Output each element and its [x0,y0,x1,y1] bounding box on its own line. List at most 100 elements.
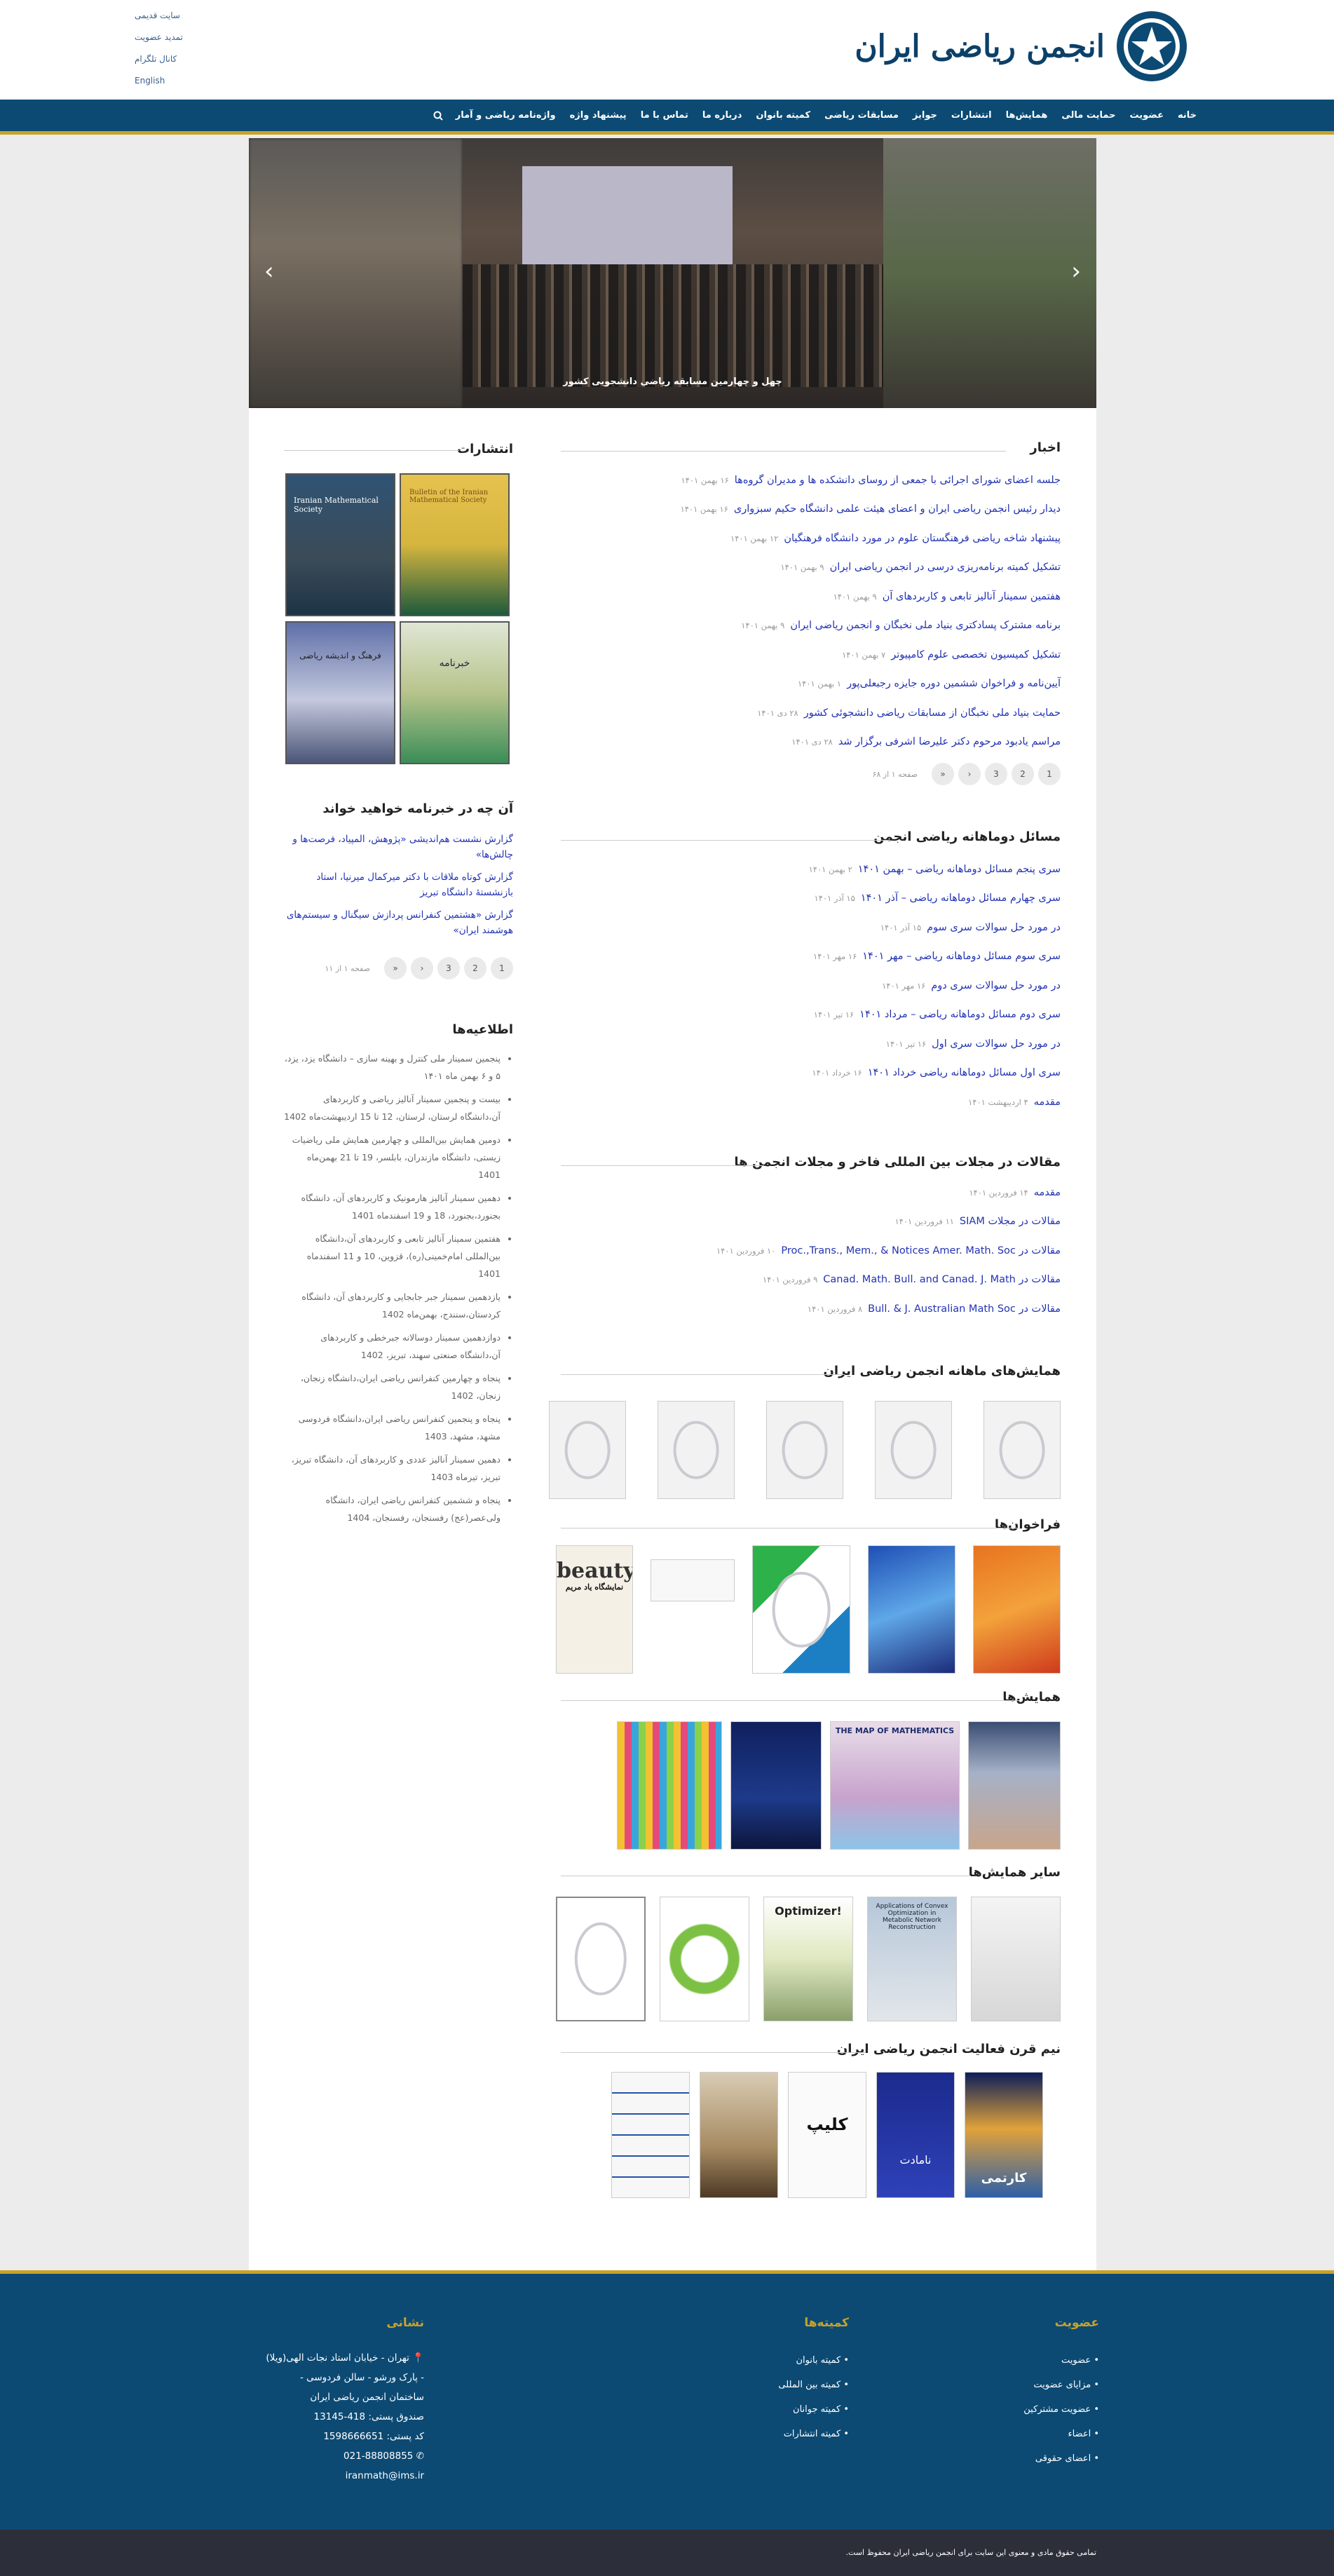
problem-item-title[interactable]: سری دوم مسائل دوماهانه ریاضی – مرداد ۱۴۰… [859,1009,1061,1020]
footer-link[interactable]: کمیته بانوان [709,2348,849,2373]
nav-conferences[interactable]: همایش‌ها [999,110,1055,121]
news-item[interactable]: تشکیل کمیسیون تخصصی علوم کامپیوتر ۷ بهمن … [549,640,1061,670]
nav-women-committee[interactable]: کمیته بانوان [749,110,817,121]
email-link[interactable]: iranmath@ims.ir [242,2466,424,2486]
news-item-title[interactable]: دیدار رئیس انجمن ریاضی ایران و اعضای هیئ… [734,503,1061,515]
problem-item[interactable]: سری دوم مسائل دوماهانه ریاضی – مرداد ۱۴۰… [549,1001,1061,1030]
problem-item-title[interactable]: مقدمه [1034,1097,1061,1108]
footer-link[interactable]: اعضای حقوقی [959,2446,1099,2471]
news-item-title[interactable]: هفتمین سمینار آنالیز تابعی و کاربردهای آ… [883,591,1061,602]
news-item[interactable]: تشکیل کمیته برنامه‌ریزی درسی در انجمن ری… [549,553,1061,583]
nav-about[interactable]: درباره ما [695,110,749,121]
page-2-button[interactable]: 2 [464,957,486,979]
nav-donation[interactable]: حمایت مالی [1054,110,1122,121]
article-item-title[interactable]: مقدمه [1034,1187,1061,1198]
page-2-button[interactable]: 2 [1012,763,1034,785]
article-item[interactable]: مقالات در مجلات SIAM ۱۱ فروردین ۱۴۰۱ [549,1207,1061,1237]
problem-item-title[interactable]: سری اول مسائل دوماهانه ریاضی خرداد ۱۴۰۱ [868,1067,1061,1078]
nav-competitions[interactable]: مسابقات ریاضی [817,110,906,121]
nav-membership[interactable]: عضویت [1123,110,1171,121]
nav-contact[interactable]: تماس با ما [634,110,695,121]
book-cover[interactable] [611,2072,690,2198]
phone-line[interactable]: ✆ 021-88808855 [242,2446,424,2466]
page-1-button[interactable]: 1 [491,957,513,979]
notice-item[interactable]: یازدهمین سمینار جبر جابجایی و کاربردهای … [284,1288,501,1323]
hero-slider[interactable]: چهل و چهارمین مسابقه ریاضی دانشجویی کشور… [249,138,1096,408]
article-item[interactable]: مقالات در Bull. & J. Australian Math Soc… [549,1294,1061,1324]
notice-item[interactable]: بیست و پنجمین سمینار آنالیز ریاضی و کارب… [284,1090,501,1125]
news-item[interactable]: هفتمین سمینار آنالیز تابعی و کاربردهای آ… [549,582,1061,611]
other-conference-poster[interactable] [556,1897,646,2021]
call-poster[interactable] [651,1559,735,1601]
conference-poster[interactable] [730,1721,822,1850]
monthly-talk-poster[interactable] [984,1401,1061,1499]
notice-item[interactable]: دهمین سمینار آنالیز هارمونیک و کاربردهای… [284,1189,501,1224]
nav-suggest-word[interactable]: پیشنهاد واژه [563,110,634,121]
article-item[interactable]: مقدمه ۱۴ فروردین ۱۴۰۱ [549,1178,1061,1207]
problem-item-title[interactable]: در مورد حل سوالات سری دوم [931,980,1061,991]
problem-item[interactable]: در مورد حل سوالات سری دوم ۱۶ مهر ۱۴۰۱ [549,971,1061,1001]
nav-home[interactable]: خانه [1171,110,1204,121]
notice-item[interactable]: دومین همایش بین‌المللی و چهارمین همایش م… [284,1131,501,1184]
last-page-button[interactable]: » [932,763,954,785]
nav-search-button[interactable] [428,100,449,131]
nav-publications[interactable]: انتشارات [944,110,999,121]
monthly-talk-poster[interactable] [766,1401,843,1499]
news-item[interactable]: حمایت بنیاد ملی نخبگان از مسابقات ریاضی … [549,698,1061,728]
problem-item[interactable]: مقدمه ۴ اردیبهشت ۱۴۰۱ [549,1087,1061,1117]
other-conference-poster-optimizer[interactable]: Optimizer! [763,1897,853,2021]
problem-item[interactable]: در مورد حل سوالات سری اول ۱۶ تیر ۱۴۰۱ [549,1029,1061,1059]
last-page-button[interactable]: » [384,957,407,979]
english-link[interactable]: English [135,75,183,97]
news-item-title[interactable]: حمایت بنیاد ملی نخبگان از مسابقات ریاضی … [804,707,1061,719]
problem-item[interactable]: سری سوم مسائل دوماهانه ریاضی – مهر ۱۴۰۱ ۱… [549,942,1061,972]
book-cover[interactable] [700,2072,778,2198]
problem-item-title[interactable]: سری پنجم مسائل دوماهانه ریاضی – بهمن ۱۴۰… [858,864,1061,875]
book-cover[interactable]: کارتمی [965,2072,1043,2198]
problem-item-title[interactable]: در مورد حل سوالات سری سوم [927,922,1061,933]
slider-prev-chevron-icon[interactable]: ‹ [264,257,274,285]
telegram-link[interactable]: کانال تلگرام [135,53,183,75]
notice-item[interactable]: دوازدهمین سمینار دوسالانه جبرخطی و کاربر… [284,1329,501,1364]
newsletter-item[interactable]: گزارش نشست هم‌اندیشی «پژوهش، المپیاد، فر… [284,832,513,862]
next-page-button[interactable]: › [958,763,981,785]
footer-link[interactable]: مزایای عضویت [959,2373,1099,2397]
article-item-title[interactable]: مقالات در Bull. & J. Australian Math Soc [868,1303,1061,1315]
notice-item[interactable]: پنجاه و چهارمین کنفرانس ریاضی ایران،دانش… [284,1369,501,1404]
publication-cover[interactable]: Iranian Mathematical Society [285,473,395,616]
monthly-talk-poster[interactable] [549,1401,626,1499]
notice-item[interactable]: هفتمین سمینار آنالیز تابعی و کاربردهای آ… [284,1230,501,1282]
problem-item-title[interactable]: سری چهارم مسائل دوماهانه ریاضی – آذر ۱۴۰… [861,893,1061,904]
problem-item-title[interactable]: سری سوم مسائل دوماهانه ریاضی – مهر ۱۴۰۱ [862,951,1061,962]
news-item-title[interactable]: برنامه مشترک پسادکتری بنیاد ملی نخبگان و… [790,620,1061,631]
article-item[interactable]: مقالات در Proc.,Trans., Mem., & Notices … [549,1236,1061,1266]
newsletter-item[interactable]: گزارش «هشتمین کنفرانس پردازش سیگنال و سی… [284,907,513,938]
old-site-link[interactable]: سایت قدیمی [135,10,183,32]
page-3-button[interactable]: 3 [985,763,1007,785]
news-item[interactable]: آیین‌نامه و فراخوان ششمین دوره جایزه رجب… [549,670,1061,699]
book-cover[interactable]: نامادت [876,2072,955,2198]
page-1-button[interactable]: 1 [1038,763,1061,785]
news-item-title[interactable]: مراسم یادبود مرحوم دکتر علیرضا اشرفی برگ… [838,736,1061,747]
problem-item-title[interactable]: در مورد حل سوالات سری اول [932,1038,1061,1050]
other-conference-poster-convex-optimization[interactable]: Applications of Convex Optimization in M… [867,1897,957,2021]
site-logo[interactable]: انجمن ریاضی ایران [855,7,1189,86]
article-item[interactable]: مقالات در Canad. Math. Bull. and Canad. … [549,1266,1061,1295]
nav-awards[interactable]: جوایز [906,110,944,121]
notice-item[interactable]: پنجاه و پنجمین کنفرانس ریاضی ایران،دانشگ… [284,1410,501,1445]
article-item-title[interactable]: مقالات در مجلات SIAM [960,1216,1061,1227]
monthly-talk-poster[interactable] [658,1401,735,1499]
conference-poster[interactable] [968,1721,1061,1850]
publication-cover[interactable]: فرهنگ و اندیشه ریاضی [285,621,395,764]
newsletter-item[interactable]: گزارش کوتاه ملاقات با دکتر میرکمال میرنی… [284,869,513,900]
notice-item[interactable]: پنجمین سمینار ملی کنترل و بهینه سازی – د… [284,1050,501,1085]
notice-item[interactable]: پنجاه و ششمین کنفرانس ریاضی ایران، دانشگ… [284,1491,501,1526]
problem-item[interactable]: سری پنجم مسائل دوماهانه ریاضی – بهمن ۱۴۰… [549,855,1061,884]
news-item[interactable]: مراسم یادبود مرحوم دکتر علیرضا اشرفی برگ… [549,728,1061,757]
article-item-title[interactable]: مقالات در Canad. Math. Bull. and Canad. … [823,1274,1061,1285]
news-item-title[interactable]: آیین‌نامه و فراخوان ششمین دوره جایزه رجب… [847,678,1061,689]
article-item-title[interactable]: مقالات در Proc.,Trans., Mem., & Notices … [781,1245,1061,1256]
news-item[interactable]: پیشنهاد شاخه ریاضی فرهنگستان علوم در مور… [549,524,1061,553]
notice-item[interactable]: دهمین سمینار آنالیز عددی و کاربردهای آن،… [284,1451,501,1486]
footer-link[interactable]: کمیته انتشارات [709,2422,849,2446]
